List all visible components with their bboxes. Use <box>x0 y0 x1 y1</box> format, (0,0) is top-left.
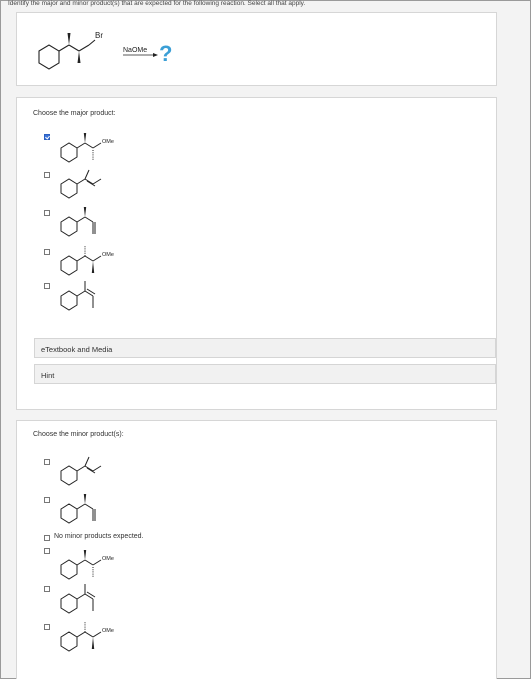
methoxy-label: OMe <box>102 252 114 258</box>
minor-section-title: Choose the minor product(s): <box>33 431 124 438</box>
minor-option-1-checkbox[interactable] <box>44 459 50 465</box>
minor-option-6-checkbox[interactable] <box>44 624 50 630</box>
minor-option-3-checkbox[interactable] <box>44 535 50 541</box>
minor-option-2-checkbox[interactable] <box>44 497 50 503</box>
major-product-panel: Choose the major product: OMe OMe eTextb… <box>16 97 497 410</box>
major-option-4-checkbox[interactable] <box>44 249 50 255</box>
major-option-5-checkbox[interactable] <box>44 283 50 289</box>
methoxy-label: OMe <box>102 139 114 145</box>
methoxy-label: OMe <box>102 556 114 562</box>
methoxy-label: OMe <box>102 628 114 634</box>
major-section-title: Choose the major product: <box>33 110 116 117</box>
minor-option-1-structure[interactable] <box>55 453 145 487</box>
major-option-2-checkbox[interactable] <box>44 172 50 178</box>
reagent-label: NaOMe <box>123 47 147 54</box>
minor-option-4-structure[interactable]: OMe <box>55 547 145 581</box>
minor-option-5-checkbox[interactable] <box>44 586 50 592</box>
question-mark-icon: ? <box>159 41 172 66</box>
major-option-1-checkbox[interactable] <box>44 134 50 140</box>
minor-option-5-structure[interactable] <box>55 581 145 615</box>
major-option-2-structure[interactable] <box>55 166 145 200</box>
etextbook-media-button[interactable]: eTextbook and Media <box>34 338 496 358</box>
minor-option-2-structure[interactable] <box>55 491 145 525</box>
minor-option-4-checkbox[interactable] <box>44 548 50 554</box>
major-option-3-checkbox[interactable] <box>44 210 50 216</box>
reaction-panel: Br NaOMe ? <box>16 12 497 86</box>
bromine-label: Br <box>95 31 103 40</box>
question-text: Identify the major and minor product(s) … <box>8 0 306 7</box>
major-option-5-structure[interactable] <box>55 278 145 312</box>
major-option-1-structure[interactable]: OMe <box>55 130 145 164</box>
no-minor-products-label[interactable]: No minor products expected. <box>54 533 144 540</box>
major-option-4-structure[interactable]: OMe <box>55 243 145 277</box>
reactant-structure: Br NaOMe ? <box>38 31 172 70</box>
hint-button[interactable]: Hint <box>34 364 496 384</box>
minor-product-panel: Choose the minor product(s): No minor pr… <box>16 420 497 679</box>
minor-option-6-structure[interactable]: OMe <box>55 619 145 653</box>
major-option-3-structure[interactable] <box>55 204 145 238</box>
